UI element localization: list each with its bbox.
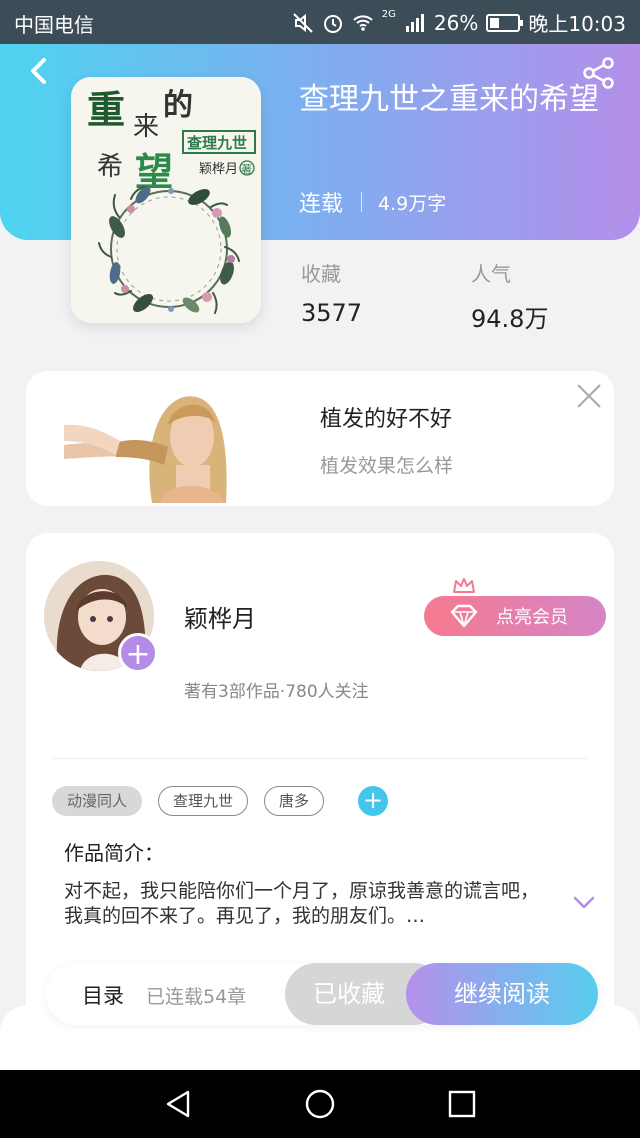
nav-back-icon[interactable]: [162, 1088, 194, 1120]
back-icon[interactable]: [24, 56, 54, 86]
cover-series: 查理九世: [187, 134, 247, 152]
cover-author-mark: 著: [241, 162, 252, 176]
favorites-stat: 收藏 3577: [301, 258, 362, 327]
cover-author: 颖桦月: [199, 162, 238, 177]
chevron-down-icon[interactable]: [572, 895, 596, 911]
author-info: 著有3部作品·780人关注: [184, 682, 369, 702]
book-meta: 连载 4.9万字: [299, 186, 446, 218]
nav-recents-icon[interactable]: [446, 1088, 478, 1120]
continue-reading-button[interactable]: 继续阅读: [406, 963, 598, 1025]
popularity-stat: 人气 94.8万: [471, 258, 548, 334]
ad-subtitle: 植发效果怎么样: [320, 455, 454, 477]
tag-item[interactable]: 查理九世: [158, 786, 249, 816]
vip-button[interactable]: 点亮会员: [424, 578, 606, 636]
section-divider: [52, 758, 588, 759]
clock: 晚上10:03: [528, 12, 626, 36]
word-count: 4.9万字: [378, 192, 447, 215]
intro-text: 对不起，我只能陪你们一个月了，原谅我善意的谎言吧，我真的回不来了。再见了，我的朋…: [64, 880, 540, 927]
mute-icon: [293, 12, 313, 33]
author-name[interactable]: 颖桦月: [184, 599, 256, 634]
vip-button-label: 点亮会员: [496, 607, 568, 628]
ad-title: 植发的好不好: [320, 407, 453, 432]
chapter-count: 已连载54章: [146, 986, 247, 1008]
popularity-value: 94.8万: [471, 305, 549, 333]
meta-divider: [361, 192, 363, 212]
network-type: 2G: [381, 9, 396, 20]
book-title: 查理九世之重来的希望: [299, 82, 599, 117]
tag-list: 动漫同人 查理九世 唐多 +: [52, 786, 389, 816]
battery-icon: [486, 13, 524, 32]
system-nav-bar: [0, 1070, 640, 1138]
close-icon[interactable]: [576, 383, 602, 409]
cover-char-1: 重: [87, 87, 125, 132]
cover-char-2: 来: [133, 112, 159, 142]
popularity-label: 人气: [471, 262, 511, 286]
ad-card[interactable]: 植发的好不好 植发效果怎么样: [26, 371, 614, 506]
status-bar: 中国电信 2G 26% 晚上10:03: [0, 0, 640, 44]
cover-char-3: 的: [163, 88, 193, 123]
carrier-label: 中国电信: [14, 13, 94, 37]
wifi-icon: [353, 14, 373, 31]
action-bar: 目录 已连载54章 已收藏 继续阅读: [46, 963, 598, 1025]
cover-char-5: 望: [135, 149, 173, 194]
alarm-icon: [323, 14, 342, 33]
tag-item[interactable]: 动漫同人: [52, 786, 143, 816]
battery-percent: 26%: [433, 10, 479, 35]
cover-char-4: 希: [97, 152, 123, 182]
ad-image: [64, 385, 244, 503]
tag-item[interactable]: 唐多: [264, 786, 325, 816]
favorites-label: 收藏: [301, 262, 341, 286]
toc-button[interactable]: 目录: [82, 980, 124, 1010]
crown-icon: [453, 578, 475, 593]
add-tag-button[interactable]: +: [358, 786, 389, 816]
serial-status: 连载: [299, 192, 344, 217]
follow-add-button[interactable]: +: [118, 633, 158, 673]
signal-icon: [405, 13, 424, 32]
nav-home-icon[interactable]: [304, 1088, 336, 1120]
book-cover[interactable]: 重 来 的 希 望 查理九世 颖桦月 著: [71, 77, 261, 323]
intro-label: 作品简介：: [64, 841, 164, 865]
cover-artwork: 重 来 的 希 望 查理九世 颖桦月 著: [71, 77, 261, 323]
status-icons: 2G 26% 晚上10:03: [292, 8, 626, 37]
diamond-icon: [450, 604, 478, 628]
favorites-value: 3577: [301, 299, 363, 327]
